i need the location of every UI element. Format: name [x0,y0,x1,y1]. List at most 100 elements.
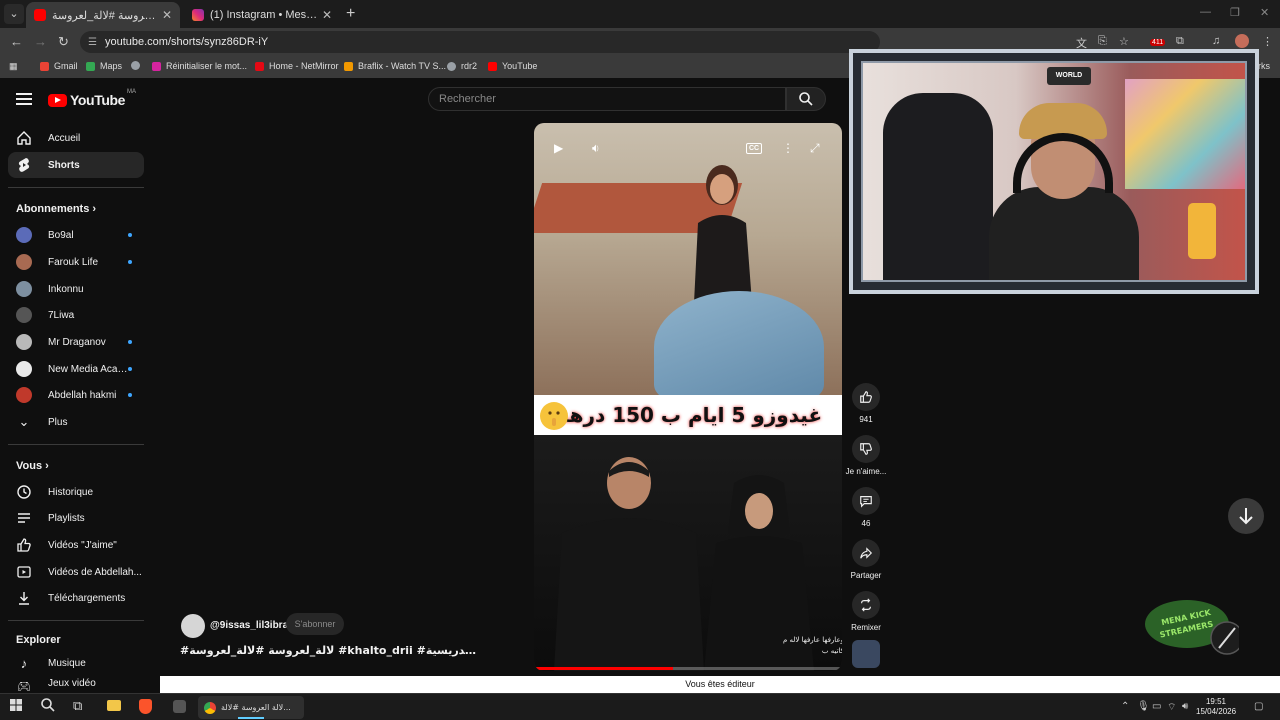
next-short-button[interactable] [1228,498,1264,534]
sidebar-item-farouk-life[interactable]: Farouk Life [8,249,144,275]
close-icon[interactable]: ✕ [162,8,172,22]
notifications-icon[interactable]: ▢ [1254,701,1263,712]
battery-icon[interactable]: ▭ [1152,701,1161,712]
instagram-icon [192,9,204,21]
system-clock[interactable]: 19:51 15/04/2026 [1196,697,1236,717]
microphone-icon[interactable]: 🎙︎ [1137,701,1150,712]
sidebar-item-inkonnu[interactable]: Inkonnu [8,276,144,302]
extension-badge[interactable]: 411 [1150,39,1166,46]
dislike-button[interactable]: Je n'aime... [846,435,886,476]
netmirror-icon [255,61,264,71]
task-view-icon[interactable]: ⧉ [73,698,82,714]
media-control-icon[interactable]: ♫ [1212,35,1220,47]
video-man-figure [554,457,704,671]
tab-search-button[interactable]: ⌄ [4,4,24,24]
sidebar-item-mr-draganov[interactable]: Mr Draganov [8,329,144,355]
tab-youtube[interactable]: لالة العروسة #لالة_لعروسة# ✕ [26,2,180,28]
channel-name[interactable]: @9issas_lil3ibra [210,620,288,631]
sidebar-item-downloads[interactable]: Téléchargements [8,585,144,611]
sidebar-item-gaming[interactable]: 🎮︎ Jeux vidéo [8,676,144,694]
you-heading[interactable]: Vous › [16,460,49,472]
sidebar-item-bo9al[interactable]: Bo9al [8,222,144,248]
sidebar-item-playlists[interactable]: Playlists [8,505,144,531]
bookmark-gmail[interactable]: Gmail [40,61,78,71]
braflix-icon [344,61,353,71]
sidebar-item-more[interactable]: ⌄ Plus [8,409,144,435]
sidebar-item-home[interactable]: Accueil [8,125,144,151]
brave-browser-icon[interactable] [139,699,152,714]
sidebar-item-liked-videos[interactable]: Vidéos "J'aime" [8,532,144,558]
bookmark-instagram[interactable]: Réinitialiser le mot... [152,61,247,71]
bookmark-globe[interactable] [131,61,145,70]
video-progress-bar[interactable] [534,667,842,670]
play-icon[interactable]: ▶ [554,141,563,155]
reload-icon[interactable]: ↻ [58,34,69,50]
url-text: youtube.com/shorts/synz86DR-iY [104,36,269,48]
site-info-icon[interactable]: ☰ [88,37,97,48]
youtube-logo[interactable]: YouTube MA [48,89,136,108]
chrome-icon [204,701,216,714]
remix-icon [861,598,871,612]
sidebar-item-abdellah-hakmi[interactable]: Abdellah hakmi [8,382,144,408]
sound-thumbnail[interactable] [848,640,884,668]
file-explorer-icon[interactable] [107,700,121,711]
bookmark-star-icon[interactable]: ☆ [1119,35,1129,48]
captions-icon[interactable]: CC [746,143,763,154]
calculator-icon[interactable] [173,700,186,713]
video-title[interactable]: #لالة_لعروسة #لالة_لعروسة #khalto_drii #… [180,644,480,657]
share-label: Partager [850,571,882,580]
bookmark-netmirror[interactable]: Home - NetMirror [255,61,339,71]
menu-icon[interactable]: ⋮ [1262,35,1273,48]
new-tab-button[interactable]: + [346,5,355,23]
sound-thumbnail-image [852,640,880,668]
install-app-icon[interactable]: ⎘ [1098,35,1107,48]
chevron-up-icon[interactable]: ⌃ [1121,701,1129,712]
comments-button[interactable]: 46 [848,487,884,528]
address-bar[interactable]: ☰ youtube.com/shorts/synz86DR-iY [80,31,880,53]
close-icon[interactable]: ✕ [322,8,332,22]
close-window-icon[interactable]: ✕ [1260,6,1269,19]
bookmark-braflix[interactable]: Braflix - Watch TV S... [344,61,446,71]
back-icon[interactable]: ← [10,34,23,49]
fullscreen-icon[interactable]: ⤢ [810,141,820,156]
search-button[interactable] [786,87,826,111]
channel-avatar [16,334,32,350]
apps-icon[interactable]: ▦ [9,61,18,72]
forward-icon[interactable]: → [34,34,47,49]
short-video-player[interactable]: ▶ 🔉︎ CC ⋮ ⤢ غيدوزو 5 ايام ب 150 درهم وعا… [534,123,842,671]
bookmark-youtube[interactable]: YouTube [488,61,537,71]
sidebar-item-shorts[interactable]: Shorts [8,152,144,178]
video-veiled-figure [654,291,824,403]
subscribe-button[interactable]: S'abonner [286,613,344,635]
subscriptions-heading[interactable]: Abonnements › [16,203,96,215]
sidebar-item-label: Téléchargements [48,592,126,604]
all-bookmarks-label[interactable]: rks [1258,61,1270,71]
search-icon[interactable] [40,697,56,716]
taskbar-chrome-app[interactable]: لالة العروسة #لالة... [198,696,304,719]
hamburger-menu-icon[interactable] [16,93,32,105]
channel-avatar[interactable] [181,614,205,638]
shorts-icon [16,157,32,173]
speaker-icon[interactable]: 🔊︎ [1182,701,1188,712]
restore-icon[interactable]: ❐ [1230,6,1240,19]
sidebar-divider [8,187,144,188]
search-input[interactable]: Rechercher [428,87,786,111]
sidebar-item-music[interactable]: ♪ Musique [8,650,144,676]
remix-button[interactable]: Remixer [848,591,884,632]
sidebar-item-7liwa[interactable]: 7Liwa [8,302,144,328]
extensions-icon[interactable]: ⧉ [1176,35,1184,48]
like-button[interactable]: 941 [848,383,884,424]
windows-start-icon[interactable] [10,699,22,714]
sidebar-item-your-videos[interactable]: Vidéos de Abdellah... [8,559,144,585]
more-options-icon[interactable]: ⋮ [782,141,794,155]
share-button[interactable]: Partager [848,539,884,580]
volume-icon[interactable]: 🔉︎ [592,141,600,156]
tab-instagram[interactable]: (1) Instagram • Messages ✕ [184,2,340,28]
minimize-icon[interactable]: — [1200,6,1211,18]
bookmark-rdr2[interactable]: rdr2 [447,61,477,71]
profile-avatar[interactable] [1235,34,1249,48]
bookmark-maps[interactable]: Maps [86,61,122,71]
sidebar-item-history[interactable]: Historique [8,479,144,505]
sidebar-item-new-media-academy[interactable]: New Media Acad... [8,356,144,382]
network-icon[interactable]: ⌔ [1167,701,1176,714]
